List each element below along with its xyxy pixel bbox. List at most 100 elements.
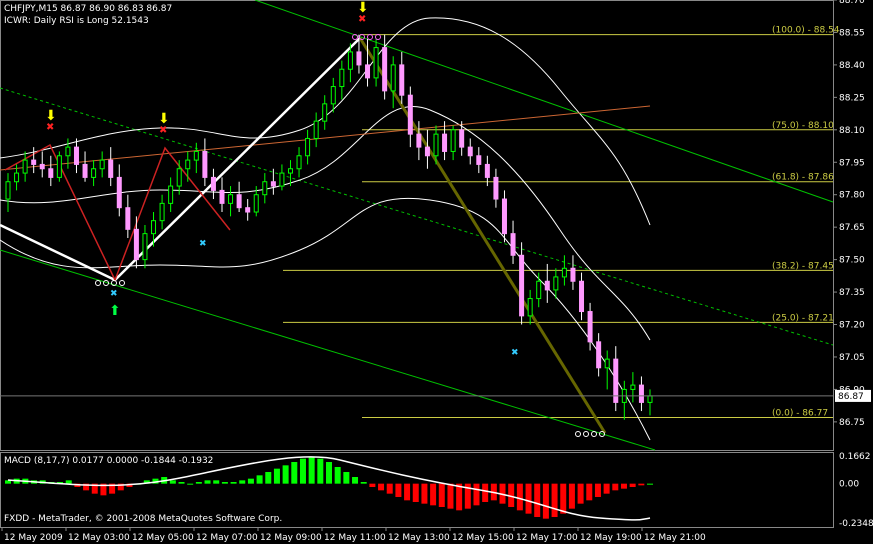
candle-body — [382, 47, 388, 92]
fib-level-label: (0.0) - 86.77 — [772, 409, 828, 419]
candle-body — [596, 341, 602, 369]
macd-bar — [516, 483, 523, 511]
macd-bar — [620, 483, 627, 489]
macd-bar — [586, 483, 593, 501]
arrow-down-marker: ⬇ — [357, 0, 369, 16]
price-tick-label: 86.75 — [839, 418, 865, 428]
macd-tick-label: 0.00 — [839, 480, 859, 490]
candle-body — [287, 168, 293, 174]
macd-bar — [473, 483, 480, 506]
candle-body — [142, 233, 148, 261]
time-tick-label: 12 May 15:00 — [452, 533, 514, 543]
macd-bar — [482, 483, 489, 502]
macd-bar — [638, 483, 645, 486]
macd-bar — [612, 483, 619, 491]
macd-bar — [534, 483, 541, 517]
macd-bar — [213, 480, 220, 484]
macd-bar — [204, 480, 211, 484]
macd-bar — [256, 475, 263, 484]
candle-body — [442, 133, 448, 152]
candle-body — [5, 181, 11, 200]
time-tick-label: 12 May 11:00 — [324, 533, 386, 543]
price-tick-label: 87.65 — [839, 223, 865, 233]
macd-bar — [299, 458, 306, 484]
candle-body — [399, 64, 405, 96]
candle-body — [561, 267, 567, 278]
arrow-down-marker: ⬇ — [45, 108, 57, 124]
time-tick-label: 12 May 05:00 — [132, 533, 194, 543]
macd-bar — [187, 483, 194, 485]
pivot-circle — [583, 431, 589, 437]
fib-level-label: (100.0) - 88.54 — [772, 26, 840, 36]
candle-body — [193, 150, 199, 161]
arrow-down-marker: ⬇ — [158, 111, 170, 127]
macd-bar — [447, 483, 454, 509]
macd-bar — [195, 482, 202, 484]
macd-bar — [378, 483, 385, 491]
rsi-info: ICWR: Daily RSI is Long 52.1543 — [4, 16, 149, 26]
candle-body — [322, 103, 328, 122]
candle-body — [476, 155, 482, 165]
chart-window: 88.70 88.55 88.40 88.25 88.10 87.95 87.80 87.65… — [0, 0, 873, 544]
macd-bar — [412, 483, 419, 502]
lower-band — [0, 197, 651, 441]
candle-body — [450, 129, 456, 152]
macd-bar — [308, 457, 315, 484]
candle-body — [390, 64, 396, 92]
macd-bar — [603, 483, 610, 494]
time-tick-label: 12 May 13:00 — [388, 533, 450, 543]
candle-body — [501, 198, 507, 235]
time-tick-label: 12 May 17:00 — [516, 533, 578, 543]
candle-body — [48, 168, 54, 178]
candle-body — [151, 220, 157, 235]
candle-body — [176, 168, 182, 187]
fib-level-label: (61.8) - 87.86 — [772, 173, 834, 183]
broker-copyright: FXDD - MetaTrader, © 2001-2008 MetaQuote… — [4, 514, 283, 524]
price-tick-label: 88.10 — [839, 126, 865, 136]
middle-band — [0, 106, 651, 341]
macd-bar — [247, 478, 254, 484]
candle-body — [270, 181, 276, 187]
macd-bar — [568, 483, 575, 509]
macd-bar — [421, 483, 428, 504]
macd-info: MACD (8,17,7) 0.0177 0.0000 -0.1844 -0.1… — [4, 456, 214, 466]
candle-body — [14, 172, 20, 183]
macd-bar — [629, 483, 636, 487]
pivot-circle-top — [367, 34, 373, 40]
fib-level-label: (75.0) - 88.10 — [772, 121, 834, 131]
candle-body — [544, 280, 550, 291]
candle-body — [313, 120, 319, 139]
price-tick-label: 88.40 — [839, 61, 865, 71]
time-tick-label: 12 May 2009 — [4, 533, 63, 543]
candle-body — [99, 159, 105, 170]
time-tick-label: 12 May 21:00 — [644, 533, 706, 543]
macd-bar — [395, 483, 402, 497]
macd-bar — [577, 483, 584, 504]
candle-body — [305, 137, 311, 157]
pivot-circle — [591, 431, 597, 437]
candle-body — [185, 159, 191, 170]
cyan-x-marker: ✖ — [511, 348, 519, 358]
candle-body — [339, 68, 345, 88]
candle-body — [484, 163, 490, 178]
macd-tick-label: -0.2348 — [839, 519, 873, 529]
candle-body — [22, 159, 28, 174]
candle-body — [510, 233, 516, 256]
macd-bar — [273, 468, 280, 484]
time-tick-label: 12 May 19:00 — [580, 533, 642, 543]
candle-body — [407, 94, 413, 135]
macd-bar — [551, 483, 558, 517]
candle-body — [262, 181, 268, 196]
candle-body — [647, 395, 653, 403]
price-tick-label: 87.05 — [839, 353, 865, 363]
macd-bar — [352, 477, 359, 484]
candle-body — [168, 185, 174, 204]
fib-level-label: (38.2) - 87.45 — [772, 261, 834, 271]
candle-body — [519, 254, 525, 317]
macd-bar — [404, 483, 411, 501]
time-tick-label: 12 May 03:00 — [68, 533, 130, 543]
candle-body — [253, 194, 259, 213]
pivot-circle — [119, 280, 125, 286]
price-tick-label: 87.50 — [839, 256, 865, 266]
candle-body — [39, 163, 45, 170]
